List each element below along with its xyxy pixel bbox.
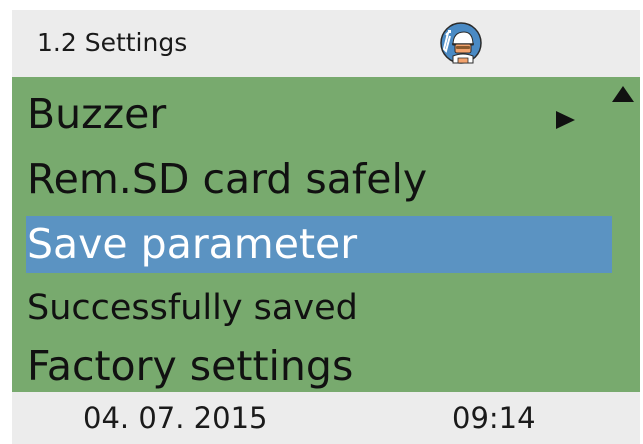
- menu-item-factory-settings[interactable]: Factory settings: [27, 338, 353, 394]
- menu-item-save-parameter[interactable]: Save parameter: [26, 216, 612, 273]
- status-bar: 04. 07. 2015 09:14: [12, 392, 640, 444]
- arrow-right-icon: [556, 111, 575, 129]
- page-title: 1.2 Settings: [37, 28, 188, 57]
- settings-menu: Buzzer Rem.SD card safely Save parameter…: [12, 77, 640, 392]
- scroll-up-icon[interactable]: [612, 86, 634, 102]
- date-display: 04. 07. 2015: [83, 401, 268, 435]
- technician-icon[interactable]: [440, 22, 482, 64]
- status-message: Successfully saved: [27, 288, 358, 328]
- header-bar: 1.2 Settings: [12, 10, 640, 77]
- menu-item-remove-sd-card[interactable]: Rem.SD card safely: [27, 151, 427, 207]
- menu-item-buzzer[interactable]: Buzzer: [27, 86, 166, 142]
- device-screen: 1.2 Settings Buzzer Rem.SD card safely S…: [12, 10, 640, 444]
- time-display: 09:14: [452, 401, 536, 435]
- menu-item-save-parameter-label: Save parameter: [27, 220, 358, 268]
